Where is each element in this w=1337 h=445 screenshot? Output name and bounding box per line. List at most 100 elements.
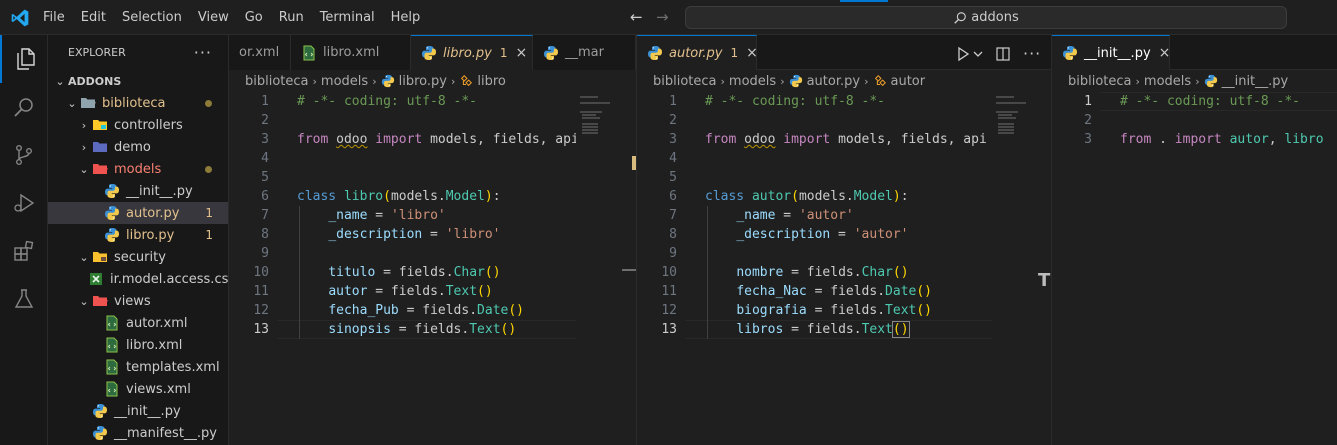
tab-libro-xml[interactable]: libro.xml [291, 35, 411, 70]
tree-item-init-py[interactable]: __init__.py [48, 180, 228, 202]
menu-selection[interactable]: Selection [114, 10, 190, 25]
breadcrumb-item[interactable]: autor.py [807, 74, 861, 89]
source-control-icon [15, 145, 32, 166]
breadcrumb-item[interactable]: models [1144, 74, 1191, 89]
xml-file-icon [104, 359, 120, 375]
chevron-down-icon: ⌄ [79, 250, 89, 264]
breadcrumb-item[interactable]: biblioteca [245, 74, 309, 89]
menu-edit[interactable]: Edit [73, 10, 114, 25]
breadcrumb-item[interactable]: models [729, 74, 776, 89]
tree-item-label: __init__.py [126, 183, 193, 199]
tree-item-ir-model-access-csv[interactable]: ir.model.access.csv [48, 268, 228, 290]
breadcrumb-item[interactable]: autor [891, 74, 926, 89]
tree-item-autor-xml[interactable]: autor.xml [48, 312, 228, 334]
split-editor-icon[interactable] [995, 46, 1011, 62]
activity-extensions[interactable] [0, 227, 48, 275]
problem-count: 1 [730, 46, 739, 60]
minimap[interactable] [992, 92, 1048, 445]
tab-mar[interactable]: __mar [533, 35, 636, 70]
line-number: 8 [669, 227, 677, 242]
command-center-search[interactable]: addons [685, 6, 1287, 29]
close-icon[interactable]: × [746, 45, 756, 61]
menu-file[interactable]: File [35, 10, 73, 25]
minimap-line [998, 117, 1016, 119]
more-actions-icon[interactable]: ··· [1023, 44, 1041, 63]
minimap-line [582, 117, 600, 119]
chevron-right-icon: › [312, 74, 317, 88]
tree-item-templates-xml[interactable]: templates.xml [48, 356, 228, 378]
tree-item-security[interactable]: ⌄ security [48, 246, 228, 268]
back-arrow-icon[interactable]: ← [630, 8, 643, 26]
search-icon [14, 98, 33, 117]
tab-label: __init__.py [1084, 45, 1151, 61]
breadcrumb-item[interactable]: biblioteca [1068, 74, 1132, 89]
tree-item-demo[interactable]: › demo [48, 136, 228, 158]
minimap-line [582, 126, 598, 128]
tree-item-label: biblioteca [102, 95, 166, 111]
breadcrumb-item[interactable]: models [321, 74, 368, 89]
title-bar: File Edit Selection View Go Run Terminal… [0, 0, 1337, 35]
code-editor[interactable]: 1 # -*- coding: utf-8 -*- 2 3 from odoo impo… [637, 92, 992, 445]
folder-icon [92, 293, 108, 309]
activity-testing[interactable] [0, 275, 48, 323]
menu-run[interactable]: Run [271, 10, 312, 25]
problem-count-badge: 1 [205, 228, 213, 242]
tree-root-addons[interactable]: ⌄ ADDONS [48, 70, 228, 92]
line-text: biografia = fields.Text() [736, 303, 933, 318]
tree-item-models[interactable]: ⌄ models [48, 158, 228, 180]
forward-arrow-icon[interactable]: → [656, 8, 669, 26]
breadcrumb: biblioteca › models › libro.py › libro [229, 70, 506, 92]
minimap-line [582, 123, 598, 125]
breadcrumb-item[interactable]: libro.py [399, 74, 447, 89]
breadcrumb-item[interactable]: biblioteca [653, 74, 717, 89]
menu-help[interactable]: Help [383, 10, 429, 25]
py-file-icon [543, 45, 559, 61]
tab-init-py[interactable]: __init__.py × [1052, 35, 1170, 70]
tab-autor-py[interactable]: autor.py 1 × [637, 35, 757, 70]
activity-run-debug[interactable] [0, 179, 48, 227]
breadcrumb-item[interactable]: __init__.py [1222, 74, 1289, 89]
close-icon[interactable]: × [516, 45, 528, 61]
close-icon[interactable]: × [1159, 45, 1169, 61]
menu-go[interactable]: Go [237, 10, 271, 25]
tree-item-manifest-py[interactable]: __manifest__.py [48, 422, 228, 444]
tab-or-xml[interactable]: or.xml [229, 35, 291, 70]
chevron-right-icon: › [720, 74, 725, 88]
tab-libro-py[interactable]: libro.py 1 × [411, 35, 533, 70]
code-editor[interactable]: 1 # -*- coding: utf-8 -*- 2 3 from odoo impo… [229, 92, 579, 445]
minimap-line [998, 123, 1014, 125]
folder-icon [92, 161, 108, 177]
minimap-line [580, 102, 610, 104]
chevron-down-icon: ⌄ [55, 74, 65, 88]
tree-item-controllers[interactable]: › controllers [48, 114, 228, 136]
breadcrumb-item[interactable]: libro [477, 74, 506, 89]
menu-terminal[interactable]: Terminal [312, 10, 383, 25]
tree-item-libro-py[interactable]: libro.py 1 [48, 224, 228, 246]
py-file-icon [647, 45, 663, 61]
minimap-line [582, 132, 598, 134]
tree-item-autor-py[interactable]: autor.py 1 [48, 202, 228, 224]
py-file-icon [104, 205, 120, 221]
chevron-down-icon[interactable] [973, 46, 983, 62]
run-icon[interactable] [955, 46, 971, 62]
activity-source-control[interactable] [0, 131, 48, 179]
more-actions-icon[interactable]: ··· [194, 43, 212, 62]
py-file-icon [104, 227, 120, 243]
chevron-right-icon: › [81, 140, 87, 154]
tab-label: libro.xml [323, 45, 380, 60]
menu-view[interactable]: View [190, 10, 237, 25]
line-number: 4 [669, 151, 677, 166]
line-text: from odoo import models, fields, api [705, 132, 987, 147]
tab-label: or.xml [239, 45, 280, 60]
activity-explorer[interactable] [0, 35, 48, 83]
tree-item-views-xml[interactable]: views.xml [48, 378, 228, 400]
tree-item-biblioteca[interactable]: ⌄ biblioteca [48, 92, 228, 114]
code-editor[interactable]: 1 # -*- coding: utf-8 -*- 2 3 from . import … [1052, 92, 1337, 445]
tree-item-libro-xml[interactable]: libro.xml [48, 334, 228, 356]
line-number: 6 [669, 189, 677, 204]
csv-file-icon [88, 271, 104, 287]
activity-search[interactable] [0, 83, 48, 131]
py-file-icon [104, 183, 120, 199]
tree-item-init-py[interactable]: __init__.py [48, 400, 228, 422]
tree-item-views[interactable]: ⌄ views [48, 290, 228, 312]
